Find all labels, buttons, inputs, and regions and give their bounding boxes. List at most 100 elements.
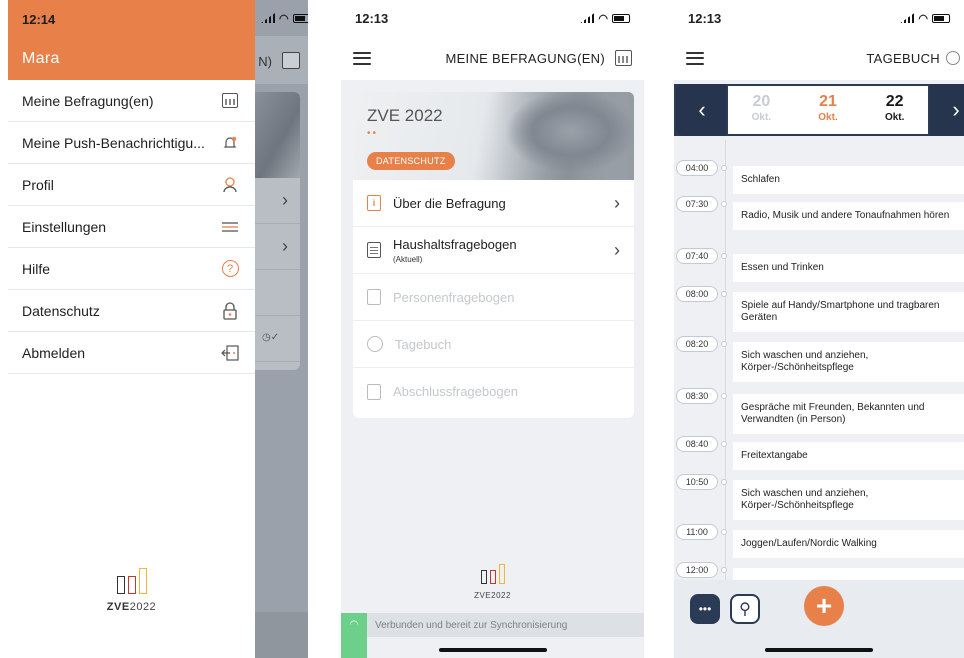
menu-item-datenschutz[interactable]: Datenschutz bbox=[8, 290, 255, 332]
entry-time: 08:40 bbox=[676, 436, 718, 452]
entry-time: 08:00 bbox=[676, 286, 718, 302]
row-haushaltsfragebogen[interactable]: Haushaltsfragebogen (Aktuell) › bbox=[353, 227, 634, 274]
survey-card: ZVE 2022 •• DATENSCHUTZ i Über die Befra… bbox=[353, 92, 634, 418]
survey-title: ZVE 2022 bbox=[367, 106, 443, 125]
chevron-right-icon: › bbox=[614, 239, 620, 260]
menu-item-hilfe[interactable]: Hilfe ? bbox=[8, 248, 255, 290]
logout-icon bbox=[219, 344, 241, 361]
status-icons: ◠ bbox=[580, 12, 630, 25]
logo-text: ZVE2022 bbox=[106, 601, 157, 613]
date-next[interactable]: 22 Okt. bbox=[861, 86, 928, 134]
chevron-right-icon: › bbox=[282, 236, 288, 256]
menu-item-push[interactable]: Meine Push-Benachrichtigu... bbox=[8, 122, 255, 164]
status-time: 12:13 bbox=[688, 10, 722, 26]
row-label: Tagebuch bbox=[395, 336, 452, 352]
hamburger-menu-icon[interactable] bbox=[353, 51, 371, 65]
timeline-dot bbox=[721, 291, 727, 297]
date-past[interactable]: 20 Okt. bbox=[728, 86, 795, 134]
settings-lines-icon bbox=[219, 221, 241, 233]
row-sublabel: (Aktuell) bbox=[393, 254, 423, 264]
menu-item-label: Meine Befragung(en) bbox=[22, 92, 154, 109]
menu-item-einstellungen[interactable]: Einstellungen bbox=[8, 206, 255, 248]
timeline-dot bbox=[721, 341, 727, 347]
chat-button[interactable]: ••• bbox=[690, 594, 720, 624]
timeline-dot bbox=[721, 253, 727, 259]
page-title: MEINE BEFRAGUNG(EN) bbox=[445, 50, 605, 66]
row-ueber-die-befragung[interactable]: i Über die Befragung › bbox=[353, 180, 634, 227]
calendar-icon bbox=[219, 93, 241, 108]
next-day-button[interactable]: › bbox=[930, 84, 964, 136]
menu-item-befragungen[interactable]: Meine Befragung(en) bbox=[8, 80, 255, 122]
status-bar: 12:13 ◠ bbox=[341, 0, 644, 36]
menu-item-label: Datenschutz bbox=[22, 302, 100, 319]
info-icon: i bbox=[367, 195, 381, 211]
signal-icon bbox=[261, 13, 275, 23]
bell-icon bbox=[219, 135, 241, 151]
questionnaire-icon bbox=[367, 242, 381, 258]
sync-status-bar: ◠ Verbunden und bereit zur Synchronisier… bbox=[341, 613, 644, 658]
row-tagebuch: Tagebuch bbox=[353, 321, 634, 368]
background-clock-icon: ◷✓ bbox=[262, 332, 280, 343]
phone-diary-screen: 12:13 ◠ TAGEBUCH ‹ 20 Okt. 21 Okt. 22 Okt. … bbox=[674, 0, 964, 658]
status-bar-right: ◠ bbox=[255, 0, 308, 36]
chevron-right-icon: › bbox=[282, 190, 288, 210]
search-button[interactable]: ⚲ bbox=[730, 594, 760, 624]
battery-icon bbox=[932, 13, 950, 23]
progress-dots: •• bbox=[367, 128, 379, 139]
battery-icon bbox=[292, 13, 308, 23]
timeline-dot bbox=[721, 529, 727, 535]
survey-hero: ZVE 2022 •• DATENSCHUTZ bbox=[353, 92, 634, 180]
row-label: Abschlussfragebogen bbox=[393, 384, 519, 399]
timeline-dot bbox=[721, 393, 727, 399]
battery-icon bbox=[612, 13, 630, 23]
background-row bbox=[248, 270, 300, 316]
signal-icon bbox=[580, 13, 595, 23]
menu-item-profil[interactable]: Profil bbox=[8, 164, 255, 206]
previous-day-button[interactable]: ‹ bbox=[676, 84, 728, 136]
timeline-dot bbox=[721, 441, 727, 447]
menu-item-label: Einstellungen bbox=[22, 218, 107, 235]
entry-activity: Essen und Trinken bbox=[733, 254, 964, 282]
entry-time: 08:20 bbox=[676, 336, 718, 352]
datenschutz-badge-button[interactable]: DATENSCHUTZ bbox=[367, 152, 455, 170]
menu-item-abmelden[interactable]: Abmelden bbox=[8, 332, 255, 374]
user-icon bbox=[219, 176, 241, 194]
home-indicator bbox=[438, 648, 547, 652]
drawer-header: 12:14 Mara bbox=[8, 0, 255, 80]
background-row: › bbox=[248, 178, 300, 224]
timeline-dot bbox=[721, 479, 727, 485]
clock-icon[interactable] bbox=[946, 51, 960, 65]
entry-time: 10:50 bbox=[676, 474, 718, 490]
background-title-fragment: N) bbox=[258, 54, 272, 69]
background-row: › bbox=[248, 224, 300, 270]
status-time: 12:14 bbox=[22, 12, 56, 27]
row-label: Haushaltsfragebogen (Aktuell) bbox=[393, 236, 517, 264]
help-icon: ? bbox=[219, 260, 241, 277]
entry-time: 12:00 bbox=[676, 562, 718, 578]
clock-icon bbox=[367, 336, 383, 352]
entry-activity: Sich waschen und anziehen, Körper-/Schön… bbox=[733, 342, 964, 382]
entry-activity: Joggen/Laufen/Nordic Walking bbox=[733, 530, 964, 558]
logo-text: ZVE2022 bbox=[474, 591, 511, 600]
row-label: Über die Befragung bbox=[393, 195, 506, 211]
status-icons: ◠ bbox=[900, 12, 950, 25]
chevron-right-icon: › bbox=[614, 192, 620, 213]
entry-time: 08:30 bbox=[676, 388, 718, 404]
lock-icon bbox=[219, 301, 241, 320]
add-entry-button[interactable]: + bbox=[804, 586, 844, 626]
row-personenfragebogen: Personenfragebogen bbox=[353, 274, 634, 321]
phone-survey-screen: 12:13 ◠ MEINE BEFRAGUNG(EN) ZVE 2022 •• … bbox=[341, 0, 644, 658]
background-calendar-icon bbox=[282, 52, 300, 69]
status-icons: ◠ bbox=[261, 12, 308, 25]
app-header: MEINE BEFRAGUNG(EN) bbox=[341, 36, 644, 80]
background-card: › › ◷✓ bbox=[248, 92, 300, 370]
date-current[interactable]: 21 Okt. bbox=[795, 86, 862, 134]
hamburger-menu-icon[interactable] bbox=[686, 51, 704, 65]
calendar-icon[interactable] bbox=[615, 50, 632, 66]
entry-time: 04:00 bbox=[676, 160, 718, 176]
logo-bars-icon bbox=[480, 564, 505, 584]
date-selector: ‹ 20 Okt. 21 Okt. 22 Okt. › bbox=[674, 84, 964, 136]
menu-item-label: Abmelden bbox=[22, 344, 86, 361]
status-time: 12:13 bbox=[355, 10, 389, 26]
timeline-dot bbox=[721, 567, 727, 573]
